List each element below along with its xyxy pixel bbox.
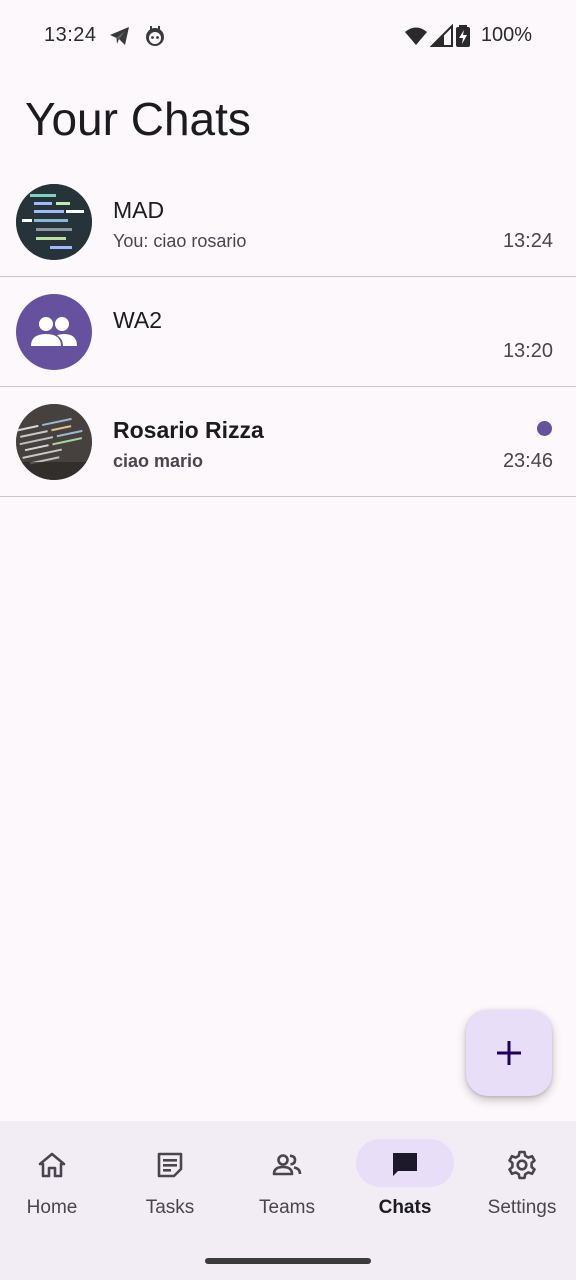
nav-home[interactable]: Home [0, 1137, 107, 1237]
nav-label: Chats [378, 1197, 432, 1218]
battery-percent: 100% [480, 24, 532, 46]
code-photo-avatar [16, 404, 92, 480]
tasks-icon [157, 1152, 183, 1178]
battery-charging-icon [455, 24, 471, 48]
new-chat-button[interactable] [466, 1010, 552, 1096]
chat-time: 13:20 [502, 340, 553, 362]
gesture-home-indicator[interactable] [205, 1258, 371, 1264]
people-icon [272, 1154, 302, 1176]
home-icon [38, 1152, 66, 1178]
status-time: 13:24 [44, 24, 97, 46]
android-robot-icon [143, 24, 167, 48]
bottom-navigation: Home Tasks Teams Chats Settings [0, 1121, 576, 1280]
gear-icon [508, 1150, 536, 1180]
chat-preview: ciao mario [113, 451, 204, 471]
plus-icon [497, 1041, 521, 1065]
page-title: Your Chats [25, 93, 251, 145]
nav-teams[interactable]: Teams [232, 1137, 342, 1237]
nav-label: Tasks [145, 1197, 195, 1218]
wifi-icon [404, 24, 428, 48]
nav-settings[interactable]: Settings [467, 1137, 576, 1237]
chat-name: WA2 [113, 307, 162, 333]
chat-list: MAD You: ciao rosario 13:24 WA2 13:20 Ro… [0, 167, 576, 497]
nav-label: Settings [487, 1197, 557, 1218]
chat-row-wa2[interactable]: WA2 13:20 [0, 277, 576, 387]
chat-row-rosario-rizza[interactable]: Rosario Rizza ciao mario 23:46 [0, 387, 576, 497]
chat-row-mad[interactable]: MAD You: ciao rosario 13:24 [0, 167, 576, 277]
code-photo-avatar [16, 184, 92, 260]
nav-tasks[interactable]: Tasks [115, 1137, 225, 1237]
nav-label: Teams [259, 1197, 315, 1218]
chat-time: 23:46 [502, 450, 553, 472]
nav-label: Home [26, 1197, 78, 1218]
chat-name: MAD [113, 197, 165, 223]
chats-screen: 13:24 100% Your Chats MAD You: ciao rosa… [0, 0, 576, 1280]
status-bar: 13:24 100% [0, 0, 576, 72]
group-avatar [16, 294, 92, 370]
unread-indicator [537, 421, 552, 436]
chat-bubble-icon [393, 1153, 417, 1176]
telegram-icon [108, 24, 132, 48]
group-icon [31, 317, 77, 346]
chat-name: Rosario Rizza [113, 417, 264, 443]
chat-time: 13:24 [502, 230, 553, 252]
chat-preview: You: ciao rosario [113, 231, 247, 251]
nav-chats[interactable]: Chats [350, 1137, 460, 1237]
signal-icon [429, 23, 454, 48]
